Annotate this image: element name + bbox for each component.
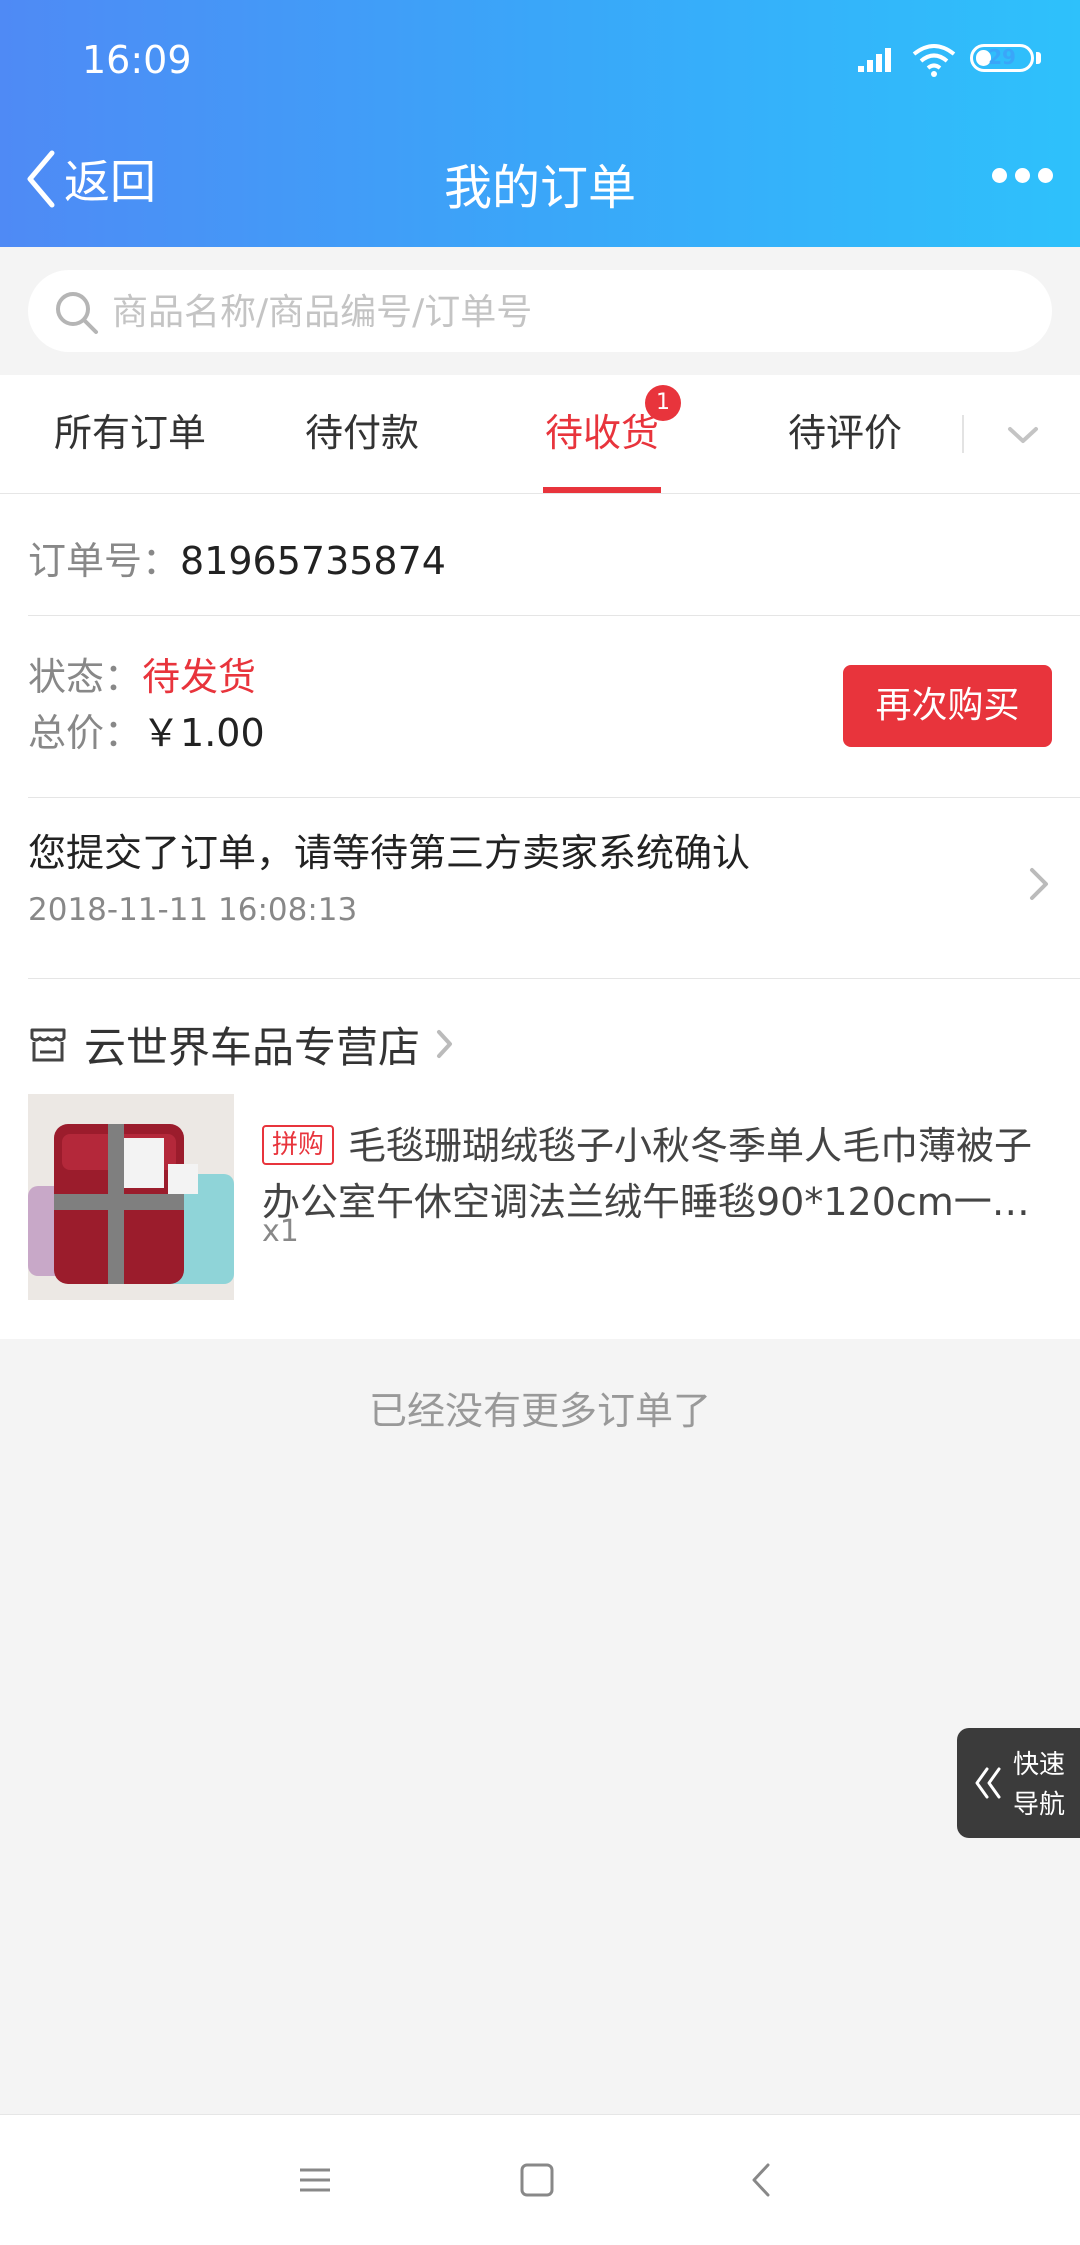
battery-level: 29: [988, 45, 1016, 69]
system-nav-bar: [0, 2114, 1080, 2245]
tab-badge: 1: [645, 385, 681, 421]
home-icon[interactable]: [512, 2155, 562, 2205]
product-quantity: x1: [262, 1214, 299, 1249]
order-number: 81965735874: [180, 539, 446, 583]
divider: [28, 978, 1080, 979]
blanket-image: [28, 1094, 234, 1300]
search-icon: [56, 292, 98, 334]
page-title: 我的订单: [443, 160, 636, 216]
quick-nav-button[interactable]: 快速 导航: [957, 1728, 1080, 1838]
order-number-label: 订单号：: [28, 539, 181, 583]
tab-label: 待收货: [544, 411, 659, 455]
quick-nav-label-1: 快速: [1013, 1750, 1066, 1780]
chevron-right-icon: [1030, 868, 1048, 900]
search-area: [0, 247, 1080, 375]
app-header: 16:09 29 返回 我的订单: [0, 0, 1080, 247]
tab-label: 待评价: [787, 411, 902, 455]
tab-pending-payment[interactable]: 待付款: [276, 375, 448, 493]
tab-pending-receipt[interactable]: 待收货 1: [543, 375, 681, 493]
more-icon[interactable]: [992, 160, 1054, 190]
product-title-line2[interactable]: 办公室午休空调法兰绒午睡毯90*120cm一张装: [262, 1174, 1052, 1230]
order-status-row: 状态：待发货: [28, 646, 256, 701]
product-title-line1[interactable]: 拼购 毛毯珊瑚绒毯子小秋冬季单人毛巾薄被子: [262, 1118, 1052, 1174]
chevron-down-icon: [1008, 427, 1038, 443]
order-tabs: 所有订单 待付款 待收货 1 待评价: [0, 375, 1080, 494]
search-input[interactable]: [110, 270, 1014, 354]
shop-name: 云世界车品专营店: [84, 1022, 421, 1072]
status-bar: 16:09 29: [0, 0, 1080, 120]
status-time: 16:09: [82, 38, 192, 82]
divider: [28, 615, 1080, 616]
tab-divider: [962, 415, 964, 453]
status-value: 待发货: [142, 655, 257, 699]
no-more-orders: 已经没有更多订单了: [368, 1389, 711, 1433]
tab-label: 待付款: [304, 411, 419, 455]
total-label: 总价：: [28, 711, 143, 755]
tracking-message: 您提交了订单，请等待第三方卖家系统确认: [28, 831, 751, 875]
tracking-time: 2018-11-11 16:08:13: [28, 892, 358, 928]
search-box[interactable]: [28, 270, 1052, 354]
quick-nav-label-2: 导航: [1013, 1790, 1066, 1820]
tab-label: 所有订单: [53, 411, 206, 455]
group-buy-tag: 拼购: [262, 1124, 335, 1165]
tabs-expand-button[interactable]: [1000, 405, 1046, 463]
shop-link[interactable]: 云世界车品专营店: [28, 1016, 456, 1072]
order-total-row: 总价：￥1.00: [28, 702, 265, 757]
order-number-row: 订单号：81965735874: [28, 530, 446, 585]
status-label: 状态：: [28, 655, 143, 699]
store-icon: [30, 1028, 66, 1062]
product-image[interactable]: [28, 1094, 234, 1300]
battery-icon: 29: [970, 44, 1034, 72]
double-chevron-left-icon: [975, 1767, 1001, 1799]
signal-icon: [858, 48, 891, 72]
tab-pending-review[interactable]: 待评价: [780, 375, 910, 493]
rebuy-button[interactable]: 再次购买: [843, 665, 1052, 747]
chevron-right-icon: [437, 1030, 453, 1058]
tab-underline: [543, 487, 661, 493]
order-tracking-row[interactable]: 您提交了订单，请等待第三方卖家系统确认 2018-11-11 16:08:13: [0, 798, 1080, 972]
menu-icon[interactable]: [290, 2155, 340, 2205]
tab-all-orders[interactable]: 所有订单: [28, 375, 232, 493]
total-value: ￥1.00: [142, 711, 265, 755]
wifi-icon: [912, 44, 956, 77]
product-title: 毛毯珊瑚绒毯子小秋冬季单人毛巾薄被子: [348, 1124, 1033, 1168]
back-nav-icon[interactable]: [738, 2155, 788, 2205]
order-card: 订单号：81965735874 状态：待发货 总价：￥1.00 再次购买 您提交…: [0, 494, 1080, 1339]
